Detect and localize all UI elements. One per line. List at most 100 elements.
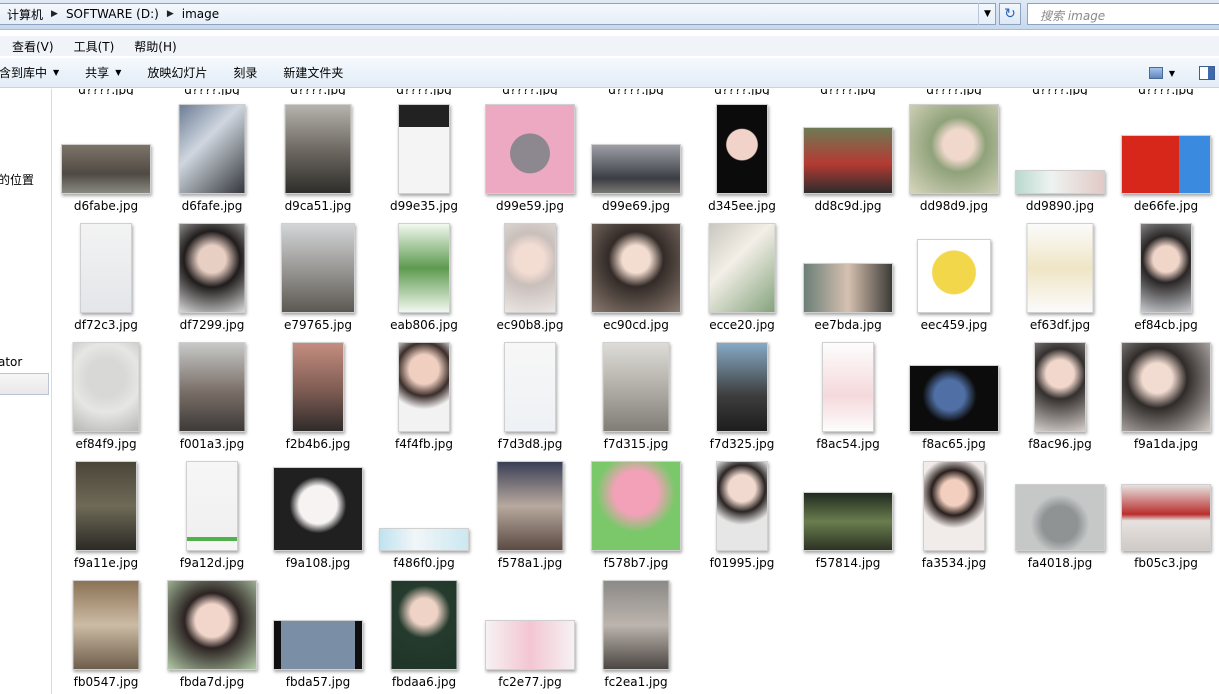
file-name[interactable]: fa4018.jpg <box>1007 556 1113 570</box>
file-name[interactable]: fa3534.jpg <box>901 556 1007 570</box>
menu-view[interactable]: 查看(V) <box>0 38 62 55</box>
chevron-down-icon[interactable]: ▼ <box>1169 69 1175 78</box>
image-thumbnail[interactable] <box>398 342 450 432</box>
thumbnail-area[interactable] <box>583 98 689 194</box>
file-name[interactable]: fbda57.jpg <box>265 675 371 689</box>
image-thumbnail[interactable] <box>602 342 670 432</box>
share-button[interactable]: 共享 ▼ <box>72 64 134 81</box>
file-name-partial[interactable]: d????.jpg <box>159 89 265 95</box>
thumbnail-area[interactable] <box>371 574 477 670</box>
thumbnail-area[interactable] <box>901 217 1007 313</box>
thumbnail-area[interactable] <box>477 336 583 432</box>
file-name[interactable]: d99e59.jpg <box>477 199 583 213</box>
image-thumbnail[interactable] <box>803 492 893 551</box>
address-bar[interactable]: 计算机 ▶ SOFTWARE (D:) ▶ image <box>0 3 996 25</box>
file-name-partial[interactable]: d????.jpg <box>265 89 371 95</box>
image-thumbnail[interactable] <box>1121 135 1211 194</box>
file-name[interactable]: fbda7d.jpg <box>159 675 265 689</box>
file-item[interactable]: f4f4fb.jpg <box>371 336 477 455</box>
thumbnail-area[interactable] <box>1113 455 1219 551</box>
image-thumbnail[interactable] <box>803 127 893 194</box>
file-item[interactable]: f01995.jpg <box>689 455 795 574</box>
file-name[interactable]: ef84f9.jpg <box>53 437 159 451</box>
file-name-partial[interactable]: d????.jpg <box>53 89 159 95</box>
image-thumbnail[interactable] <box>281 223 355 313</box>
file-name[interactable]: f9a11e.jpg <box>53 556 159 570</box>
image-thumbnail[interactable] <box>716 104 768 194</box>
image-thumbnail[interactable] <box>1121 484 1211 551</box>
image-thumbnail[interactable] <box>80 223 132 313</box>
image-thumbnail[interactable] <box>822 342 874 432</box>
thumbnail-area[interactable] <box>583 455 689 551</box>
search-input[interactable]: 搜索 image <box>1027 3 1219 25</box>
image-thumbnail[interactable] <box>178 223 246 313</box>
file-item[interactable]: f2b4b6.jpg <box>265 336 371 455</box>
thumbnail-area[interactable] <box>265 574 371 670</box>
file-name[interactable]: df72c3.jpg <box>53 318 159 332</box>
image-thumbnail[interactable] <box>72 342 140 432</box>
file-item[interactable]: ecce20.jpg <box>689 217 795 336</box>
file-name[interactable]: ec90cd.jpg <box>583 318 689 332</box>
image-thumbnail[interactable] <box>917 239 991 313</box>
thumbnail-area[interactable] <box>689 455 795 551</box>
view-options-icon[interactable] <box>1148 67 1163 79</box>
thumbnail-area[interactable] <box>1007 98 1113 194</box>
file-name[interactable]: f578a1.jpg <box>477 556 583 570</box>
menu-tools[interactable]: 工具(T) <box>62 38 123 55</box>
file-name[interactable]: f7d325.jpg <box>689 437 795 451</box>
file-item[interactable]: f7d3d8.jpg <box>477 336 583 455</box>
thumbnail-area[interactable] <box>583 574 689 670</box>
file-item[interactable]: fbda7d.jpg <box>159 574 265 693</box>
file-name[interactable]: d6fafe.jpg <box>159 199 265 213</box>
file-item[interactable]: f8ac96.jpg <box>1007 336 1113 455</box>
file-name[interactable]: eec459.jpg <box>901 318 1007 332</box>
breadcrumb-arrow-icon[interactable]: ▶ <box>162 9 179 19</box>
image-thumbnail[interactable] <box>1140 223 1192 313</box>
file-name[interactable]: fc2ea1.jpg <box>583 675 689 689</box>
image-thumbnail[interactable] <box>61 144 151 194</box>
file-name[interactable]: dd8c9d.jpg <box>795 199 901 213</box>
file-name-partial[interactable]: d????.jpg <box>1113 89 1219 95</box>
file-item[interactable]: fc2e77.jpg <box>477 574 583 693</box>
file-name[interactable]: d99e35.jpg <box>371 199 477 213</box>
image-thumbnail[interactable] <box>602 580 670 670</box>
image-thumbnail[interactable] <box>178 104 246 194</box>
file-item[interactable]: fa4018.jpg <box>1007 455 1113 574</box>
file-item[interactable]: df7299.jpg <box>159 217 265 336</box>
thumbnail-area[interactable] <box>159 217 265 313</box>
file-item[interactable]: d99e69.jpg <box>583 98 689 217</box>
nav-item-selected[interactable] <box>0 373 49 395</box>
file-name[interactable]: f01995.jpg <box>689 556 795 570</box>
file-item[interactable]: eab806.jpg <box>371 217 477 336</box>
file-name[interactable]: f9a108.jpg <box>265 556 371 570</box>
file-name[interactable]: ef84cb.jpg <box>1113 318 1219 332</box>
image-thumbnail[interactable] <box>273 467 363 551</box>
slideshow-button[interactable]: 放映幻灯片 <box>134 64 220 81</box>
refresh-icon[interactable]: ↻ <box>999 3 1021 25</box>
thumbnail-area[interactable] <box>265 336 371 432</box>
image-thumbnail[interactable] <box>496 461 564 551</box>
image-thumbnail[interactable] <box>909 365 999 432</box>
file-item[interactable]: d9ca51.jpg <box>265 98 371 217</box>
image-thumbnail[interactable] <box>292 342 344 432</box>
file-name[interactable]: de66fe.jpg <box>1113 199 1219 213</box>
file-item[interactable]: ef63df.jpg <box>1007 217 1113 336</box>
thumbnail-area[interactable] <box>265 217 371 313</box>
thumbnail-area[interactable] <box>901 336 1007 432</box>
thumbnail-area[interactable] <box>1113 217 1219 313</box>
address-dropdown-icon[interactable]: ▼ <box>978 3 996 25</box>
image-thumbnail[interactable] <box>284 104 352 194</box>
thumbnail-area[interactable] <box>477 98 583 194</box>
breadcrumb-drive[interactable]: SOFTWARE (D:) <box>63 7 162 21</box>
image-thumbnail[interactable] <box>504 342 556 432</box>
file-name[interactable]: ef63df.jpg <box>1007 318 1113 332</box>
image-thumbnail[interactable] <box>379 528 469 551</box>
file-item[interactable]: fa3534.jpg <box>901 455 1007 574</box>
file-item[interactable]: f7d315.jpg <box>583 336 689 455</box>
file-item[interactable]: fc2ea1.jpg <box>583 574 689 693</box>
thumbnail-area[interactable] <box>689 336 795 432</box>
file-item[interactable]: dd8c9d.jpg <box>795 98 901 217</box>
file-name[interactable]: f9a12d.jpg <box>159 556 265 570</box>
file-name-partial[interactable]: d????.jpg <box>1007 89 1113 95</box>
file-name-partial[interactable]: d????.jpg <box>689 89 795 95</box>
